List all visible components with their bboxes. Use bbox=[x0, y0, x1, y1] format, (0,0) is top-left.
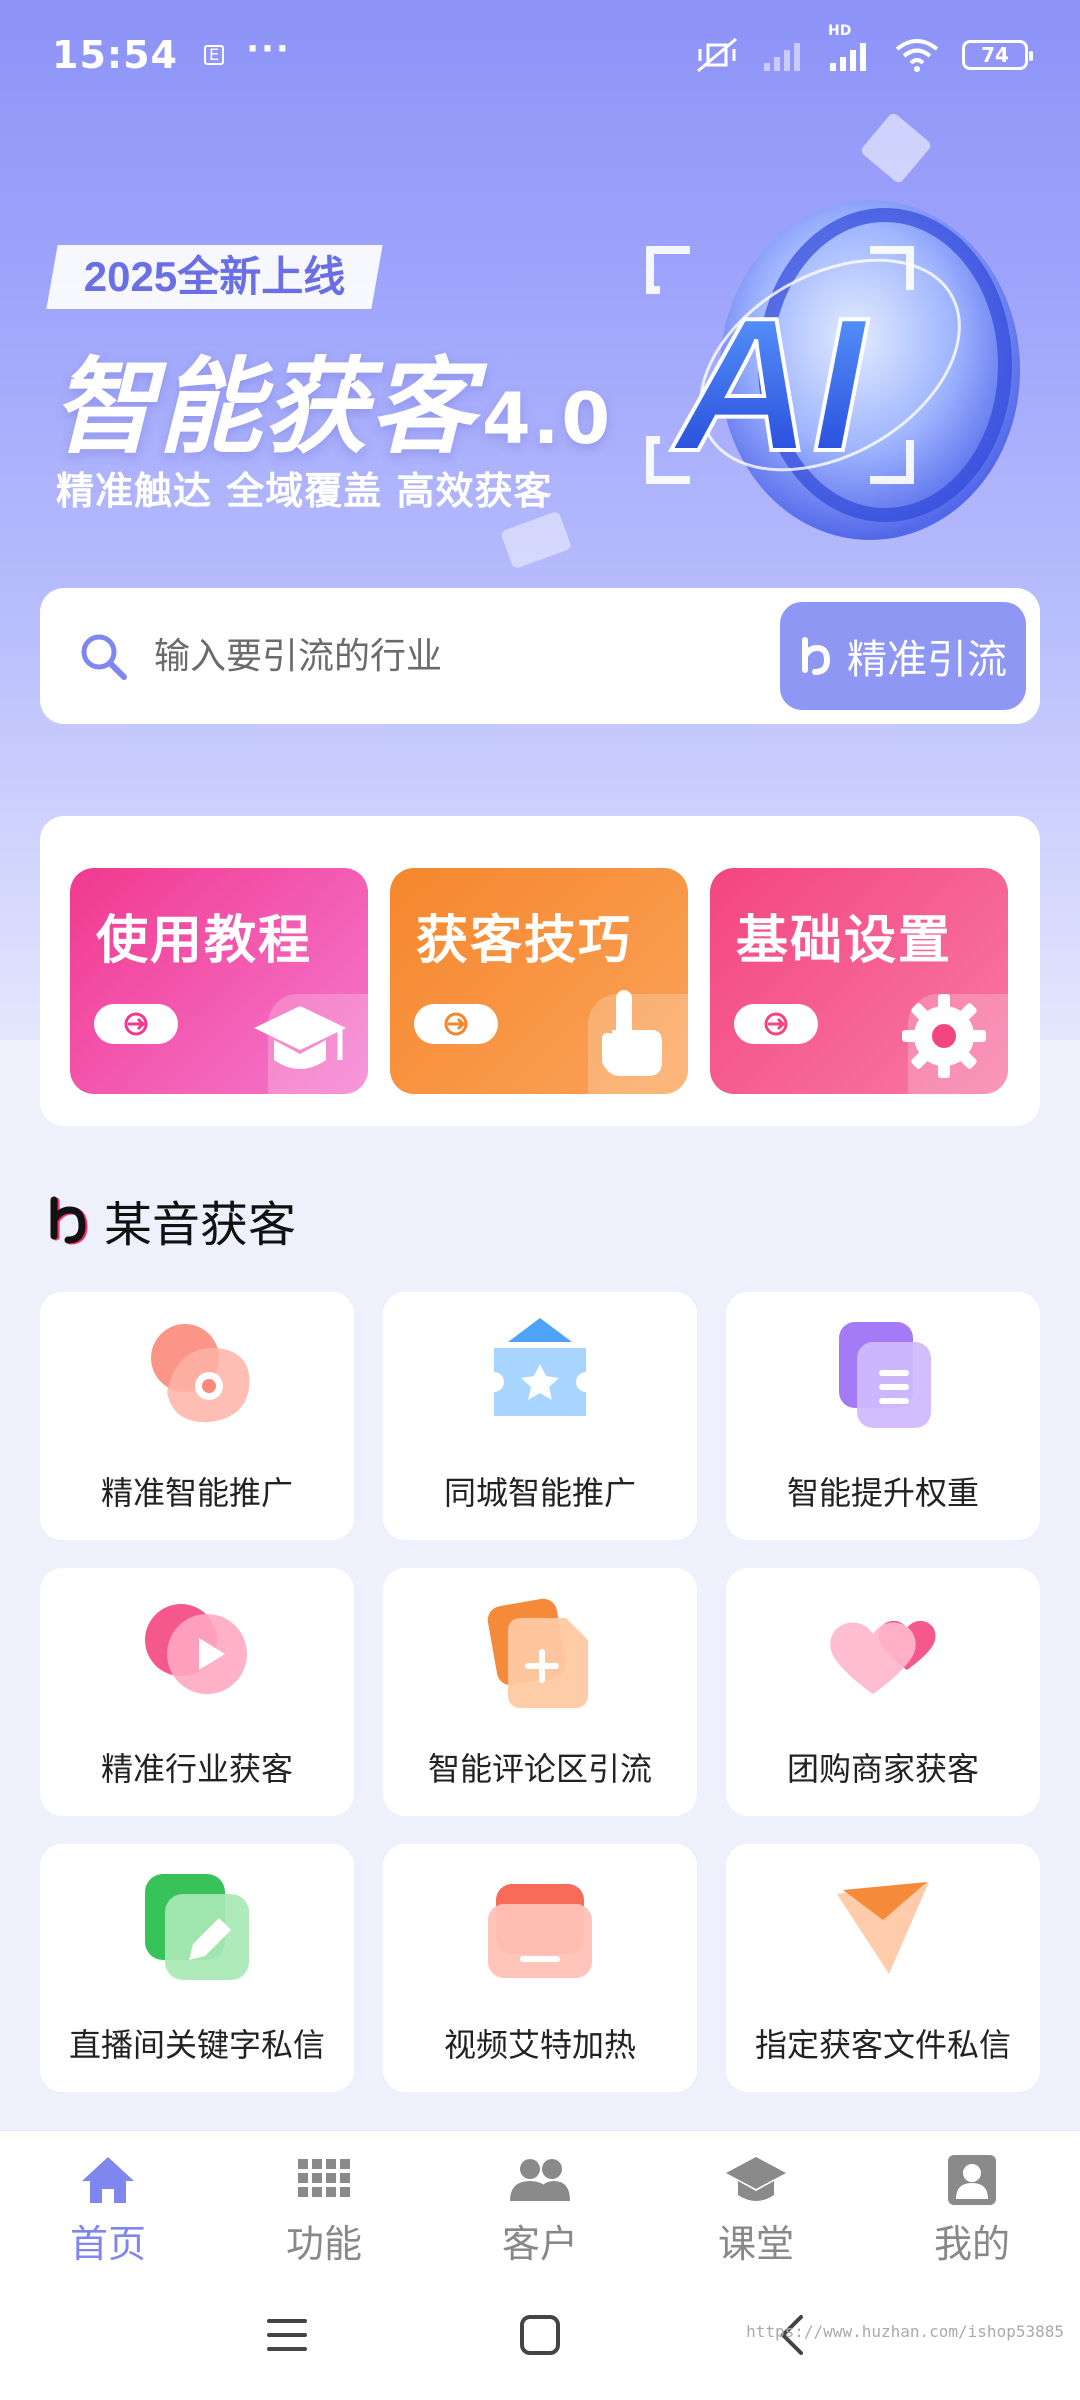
tab-home[interactable]: 首页 bbox=[0, 2131, 216, 2270]
feature-industry-acquisition[interactable]: 精准行业获客 bbox=[40, 1568, 354, 1816]
tab-label: 客户 bbox=[501, 2222, 578, 2266]
profile-icon bbox=[948, 2155, 996, 2205]
feature-label: 指定获客文件私信 bbox=[754, 2026, 1011, 2064]
bottom-tab-bar: 首页 功能 客户 课堂 我的 bbox=[0, 2130, 1080, 2270]
ai-badge-text: AI bbox=[671, 279, 869, 491]
douyin-logo-icon bbox=[802, 637, 831, 675]
edit-icon bbox=[145, 1874, 249, 1980]
tips-card[interactable]: 获客技巧 bbox=[390, 868, 688, 1094]
tab-customers[interactable]: 客户 bbox=[432, 2131, 648, 2270]
ai-orb-illustration: AI bbox=[646, 200, 1020, 540]
feature-label: 智能提升权重 bbox=[786, 1474, 979, 1512]
tutorial-card-title: 使用教程 bbox=[96, 911, 313, 971]
settings-card[interactable]: 基础设置 bbox=[710, 868, 1008, 1094]
signal-hd-icon: HD bbox=[828, 23, 872, 73]
mute-vibrate-icon bbox=[697, 37, 737, 73]
feature-live-keyword-dm[interactable]: 直播间关键字私信 bbox=[40, 1844, 354, 2092]
feature-label: 精准行业获客 bbox=[100, 1750, 293, 1788]
status-time: 15:54 bbox=[52, 33, 178, 77]
precise-traffic-label: 精准引流 bbox=[847, 637, 1007, 683]
hero-title: 智能获客4.0 bbox=[52, 322, 612, 473]
gear-icon bbox=[902, 994, 986, 1078]
grid-icon bbox=[298, 2159, 350, 2197]
battery-icon: 74 bbox=[962, 40, 1033, 70]
feature-label: 同城智能推广 bbox=[443, 1474, 636, 1512]
menu-icon[interactable] bbox=[265, 2315, 309, 2355]
arrow-right-icon bbox=[414, 1004, 498, 1044]
feature-label: 直播间关键字私信 bbox=[68, 2026, 325, 2064]
settings-card-title: 基础设置 bbox=[736, 911, 953, 971]
launch-tag-text: 2025全新上线 bbox=[83, 253, 346, 300]
quick-actions-panel: 使用教程 获客技巧 基础设置 bbox=[40, 816, 1040, 1126]
precise-traffic-button[interactable]: 精准引流 bbox=[780, 602, 1026, 710]
feature-comment-traffic[interactable]: 智能评论区引流 bbox=[383, 1568, 697, 1816]
arrow-right-icon bbox=[734, 1004, 818, 1044]
sim-icon: E bbox=[203, 45, 225, 65]
watermark: https://www.huzhan.com/ishop53885 bbox=[746, 2322, 1064, 2341]
ticket-star-icon bbox=[494, 1318, 586, 1416]
home-icon bbox=[82, 2157, 134, 2203]
douyin-logo-icon bbox=[50, 1196, 88, 1245]
search-bar: 精准引流 bbox=[40, 588, 1040, 724]
signal-weak-icon bbox=[764, 43, 800, 71]
wifi-icon bbox=[895, 39, 939, 72]
users-icon bbox=[510, 2159, 570, 2201]
tab-classroom[interactable]: 课堂 bbox=[648, 2131, 864, 2270]
tab-label: 首页 bbox=[69, 2222, 146, 2266]
heart-icon bbox=[830, 1620, 936, 1694]
tab-label: 我的 bbox=[933, 2222, 1010, 2266]
feature-file-dm[interactable]: 指定获客文件私信 bbox=[726, 1844, 1040, 2092]
feature-groupbuy-merchant[interactable]: 团购商家获客 bbox=[726, 1568, 1040, 1816]
tap-hand-icon bbox=[602, 990, 662, 1076]
feature-label: 精准智能推广 bbox=[100, 1474, 293, 1512]
tutorial-card[interactable]: 使用教程 bbox=[70, 868, 368, 1094]
status-bar: 15:54 E ··· HD 74 bbox=[0, 0, 1080, 110]
arrow-right-icon bbox=[94, 1004, 178, 1044]
more-notifications-icon: ··· bbox=[246, 29, 291, 69]
play-icon bbox=[145, 1604, 247, 1694]
tab-profile[interactable]: 我的 bbox=[864, 2131, 1080, 2270]
feature-label: 视频艾特加热 bbox=[443, 2026, 636, 2064]
target-icon bbox=[151, 1324, 250, 1423]
home-button-icon[interactable] bbox=[518, 2313, 562, 2357]
file-plus-icon bbox=[487, 1598, 588, 1708]
folder-icon bbox=[488, 1884, 592, 1978]
hero-subtitle: 精准触达 全域覆盖 高效获客 bbox=[56, 469, 553, 513]
tab-label: 课堂 bbox=[717, 2222, 794, 2266]
tab-label: 功能 bbox=[285, 2222, 362, 2266]
search-icon bbox=[81, 634, 127, 680]
feature-boost-weight[interactable]: 智能提升权重 bbox=[726, 1292, 1040, 1540]
tab-features[interactable]: 功能 bbox=[216, 2131, 432, 2270]
section-title: 某音获客 bbox=[104, 1197, 297, 1253]
battery-level: 74 bbox=[981, 43, 1009, 67]
graduation-cap-icon bbox=[254, 1006, 346, 1069]
feature-video-mention[interactable]: 视频艾特加热 bbox=[383, 1844, 697, 2092]
feature-precise-promotion[interactable]: 精准智能推广 bbox=[40, 1292, 354, 1540]
tips-card-title: 获客技巧 bbox=[416, 911, 633, 971]
launch-tag: 2025全新上线 bbox=[46, 245, 383, 309]
feature-label: 智能评论区引流 bbox=[427, 1750, 652, 1788]
search-input[interactable] bbox=[154, 635, 754, 677]
send-icon bbox=[837, 1882, 929, 1974]
section-header: 某音获客 bbox=[44, 1185, 296, 1255]
feature-local-promotion[interactable]: 同城智能推广 bbox=[383, 1292, 697, 1540]
hero-title-text: 智能获客 bbox=[52, 346, 477, 468]
hero-version: 4.0 bbox=[482, 378, 613, 460]
feature-label: 团购商家获客 bbox=[786, 1750, 979, 1788]
classroom-icon bbox=[726, 2157, 786, 2201]
document-icon bbox=[839, 1322, 931, 1428]
